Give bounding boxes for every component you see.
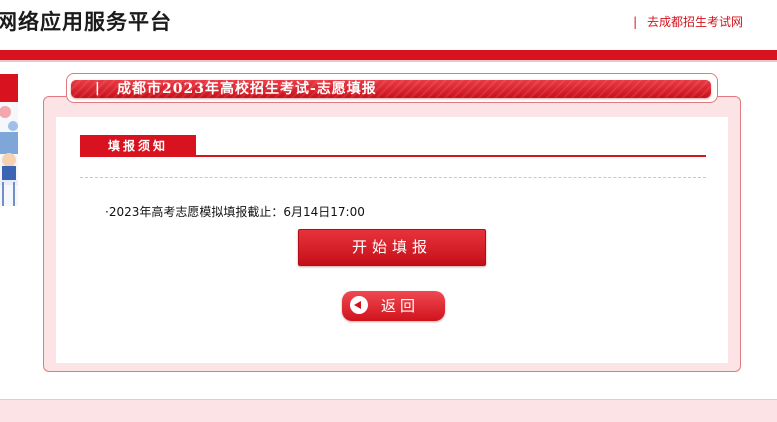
dashed-divider [80, 177, 706, 178]
page-title: 成都市2023年高校招生考试-志愿填报 [117, 81, 377, 97]
deadline-notice: ·2023年高考志愿模拟填报截止：6月14日17:00 [105, 205, 365, 219]
ribbon-banner: | 成都市2023年高校招生考试-志愿填报 [71, 80, 711, 98]
header-red-strip [0, 50, 777, 60]
site-title: 网络应用服务平台 [0, 10, 172, 34]
back-button[interactable]: 返回 [342, 291, 445, 321]
top-header: 网络应用服务平台 | 去成都招生考试网 [0, 0, 777, 50]
link-separator: | [633, 15, 638, 29]
left-illustration [0, 102, 18, 206]
footer-strip [0, 399, 777, 422]
illustration-graphic [0, 102, 18, 206]
cd-exam-site-link-label: 去成都招生考试网 [646, 15, 743, 29]
cd-exam-site-link[interactable]: | 去成都招生考试网 [633, 13, 743, 30]
ribbon-bar: | [95, 81, 100, 96]
back-button-label: 返回 [381, 297, 420, 315]
back-arrow-icon [350, 296, 368, 314]
page-ribbon: | 成都市2023年高校招生考试-志愿填报 [66, 73, 718, 103]
start-filling-button[interactable]: 开始填报 [298, 229, 486, 266]
header-strip-shadow [0, 60, 777, 62]
section-underline [80, 155, 706, 157]
section-title: 填报须知 [80, 135, 196, 157]
left-red-tab [0, 74, 18, 102]
